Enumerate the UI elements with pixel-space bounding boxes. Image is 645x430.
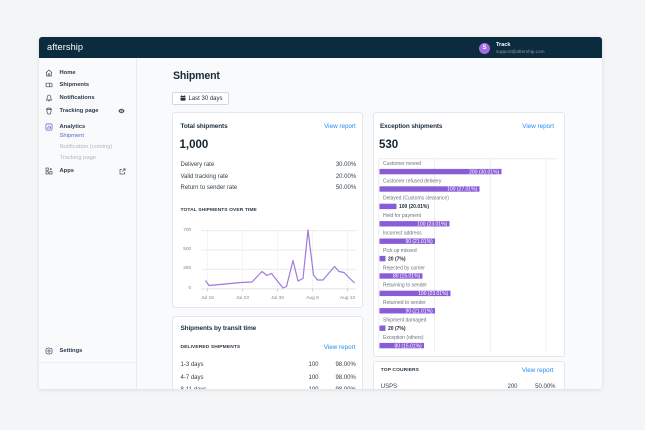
- svg-text:Delayed (Customs clearance): Delayed (Customs clearance): [383, 196, 449, 202]
- svg-text:100 (20.01%): 100 (20.01%): [399, 204, 429, 210]
- svg-text:Returning to sender: Returning to sender: [383, 283, 427, 289]
- svg-text:100 (23.01%): 100 (23.01%): [418, 291, 448, 297]
- svg-text:Customer moved: Customer moved: [383, 161, 421, 167]
- svg-text:20 (7%): 20 (7%): [388, 256, 406, 262]
- svg-text:Incorrect address: Incorrect address: [383, 231, 422, 237]
- svg-text:200 (30.01%): 200 (30.01%): [469, 169, 499, 175]
- svg-text:100 (27.01%): 100 (27.01%): [447, 187, 477, 193]
- svg-text:80 (15.01%): 80 (15.01%): [394, 343, 422, 349]
- svg-text:Returned to sender: Returned to sender: [383, 300, 426, 306]
- svg-text:80 (15.01%): 80 (15.01%): [393, 274, 421, 280]
- svg-text:Shipment damaged: Shipment damaged: [383, 318, 427, 324]
- svg-text:Rejected by carrier: Rejected by carrier: [383, 265, 425, 271]
- svg-text:Customer refused delivery: Customer refused delivery: [383, 178, 442, 184]
- svg-text:Exception (others): Exception (others): [383, 335, 424, 341]
- svg-text:90 (21.01%): 90 (21.01%): [405, 239, 433, 245]
- svg-text:Held for payment: Held for payment: [383, 213, 422, 219]
- svg-text:90 (21.01%): 90 (21.01%): [405, 309, 433, 315]
- svg-text:20 (7%): 20 (7%): [388, 326, 406, 332]
- svg-text:100 (23.01%): 100 (23.01%): [417, 222, 447, 228]
- svg-text:Pick up missed: Pick up missed: [383, 248, 417, 254]
